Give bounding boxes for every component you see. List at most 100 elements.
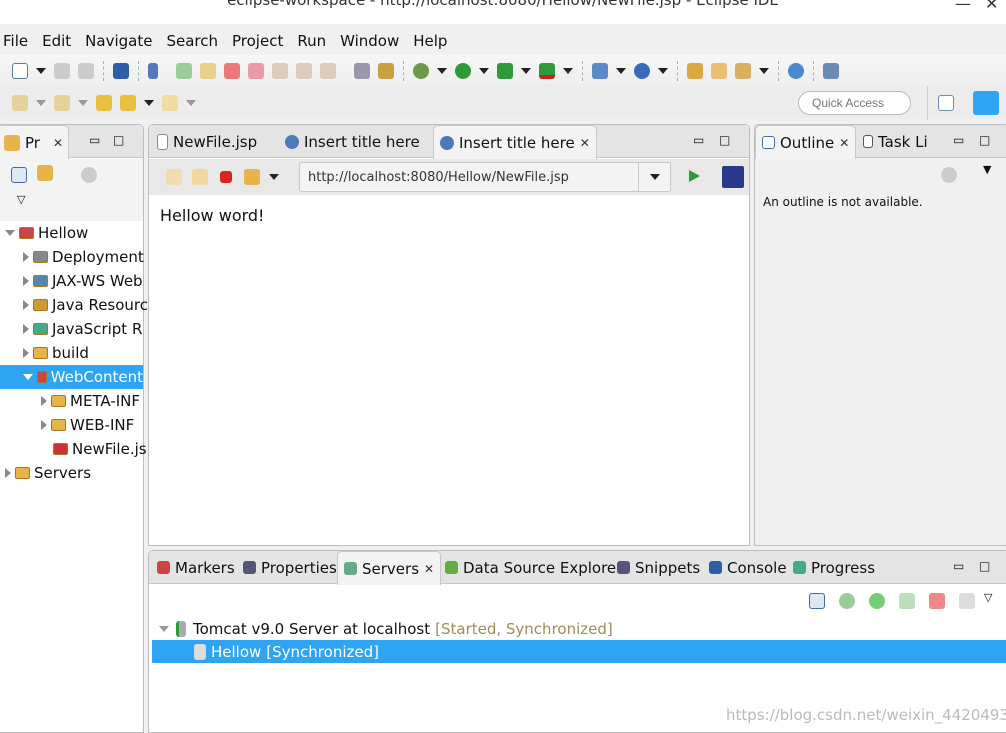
menu-file[interactable]: File <box>0 28 40 54</box>
menu-search[interactable]: Search <box>164 28 230 54</box>
minimize-icon[interactable]: ▭ <box>89 133 100 147</box>
run-dropdown[interactable] <box>479 68 489 74</box>
tab-project-explorer[interactable]: Pr ✕ <box>0 125 69 159</box>
run-icon[interactable] <box>455 63 471 79</box>
new-dropdown[interactable] <box>36 68 46 74</box>
tree-item[interactable]: build <box>23 341 89 365</box>
expand-icon[interactable] <box>5 468 11 478</box>
start-server-icon[interactable] <box>869 593 885 609</box>
tab-data-source-explorer[interactable]: Data Source Explorer <box>439 551 628 584</box>
tree-item[interactable]: WEB-INF <box>41 413 134 437</box>
menu-window[interactable]: Window <box>338 28 411 54</box>
tab-insert-title-2[interactable]: Insert title here ✕ <box>433 125 597 159</box>
run-on-server-icon[interactable] <box>823 63 839 79</box>
minimize-icon[interactable]: ▭ <box>953 133 964 147</box>
debug-dropdown[interactable] <box>437 68 447 74</box>
refresh-icon[interactable] <box>244 169 260 185</box>
resume-icon[interactable] <box>176 63 192 79</box>
url-dropdown[interactable] <box>638 163 670 191</box>
close-tab-icon[interactable]: ✕ <box>839 136 849 150</box>
maximize-icon[interactable]: □ <box>113 133 124 147</box>
expand-icon[interactable] <box>23 324 29 334</box>
coverage-dropdown[interactable] <box>521 68 531 74</box>
expand-icon[interactable] <box>23 252 29 262</box>
maximize-icon[interactable]: □ <box>979 559 990 573</box>
minimize-button[interactable]: — <box>955 0 971 13</box>
external-tools-icon[interactable] <box>539 63 555 79</box>
minimize-icon[interactable]: ▭ <box>953 559 964 573</box>
step-over-icon[interactable] <box>296 63 312 79</box>
previous-annotation-icon[interactable] <box>54 95 70 111</box>
view-menu-icon[interactable]: ▽ <box>17 193 25 206</box>
menu-help[interactable]: Help <box>411 28 459 54</box>
tree-item[interactable]: Java Resourc <box>23 293 148 317</box>
stop-server-icon[interactable] <box>929 593 945 609</box>
back-icon[interactable] <box>120 95 136 111</box>
save-icon[interactable] <box>54 63 70 79</box>
profile-server-icon[interactable] <box>899 593 915 609</box>
skip-breakpoints-icon[interactable] <box>148 63 158 79</box>
debug-server-icon[interactable] <box>839 593 855 609</box>
close-tab-icon[interactable]: ✕ <box>53 136 63 150</box>
suspend-icon[interactable] <box>200 63 216 79</box>
drop-to-frame-icon[interactable] <box>378 63 394 79</box>
filter-icon[interactable] <box>81 167 97 183</box>
coverage-icon[interactable] <box>497 63 513 79</box>
maximize-icon[interactable]: □ <box>719 133 730 147</box>
expand-icon[interactable] <box>5 230 15 236</box>
menu-project[interactable]: Project <box>230 28 295 54</box>
java-ee-perspective-icon[interactable] <box>973 91 999 115</box>
tab-snippets[interactable]: Snippets <box>611 551 706 584</box>
tree-item[interactable]: Servers <box>5 461 91 485</box>
tab-console[interactable]: Console <box>703 551 793 584</box>
terminal-icon[interactable] <box>113 63 129 79</box>
view-menu-icon[interactable]: ▼ <box>983 163 991 176</box>
close-tab-icon[interactable]: ✕ <box>580 136 590 150</box>
step-return-icon[interactable] <box>320 63 336 79</box>
publish-icon[interactable] <box>959 593 975 609</box>
menu-run[interactable]: Run <box>295 28 338 54</box>
back-icon[interactable] <box>166 169 182 185</box>
step-into-icon[interactable] <box>272 63 288 79</box>
tab-task-list[interactable]: Task Li <box>857 125 934 158</box>
tree-item[interactable]: META-INF <box>41 389 140 413</box>
next-annotation-dropdown[interactable] <box>36 100 46 106</box>
tree-item[interactable]: JAX-WS Web <box>23 269 143 293</box>
terminate-icon[interactable] <box>224 63 240 79</box>
forward-dropdown[interactable] <box>186 100 196 106</box>
tab-newfile-jsp[interactable]: NewFile.jsp <box>151 125 263 158</box>
new-server-dropdown[interactable] <box>616 68 626 74</box>
search-dropdown[interactable] <box>759 68 769 74</box>
new-server-icon[interactable] <box>592 63 608 79</box>
previous-annotation-dropdown[interactable] <box>78 100 88 106</box>
tab-outline[interactable]: Outline ✕ <box>755 125 857 159</box>
external-tools-dropdown[interactable] <box>563 68 573 74</box>
expand-icon[interactable] <box>159 626 169 632</box>
search-icon[interactable] <box>735 63 751 79</box>
tab-markers[interactable]: Markers <box>151 551 241 584</box>
forward-icon[interactable] <box>162 95 178 111</box>
menu-edit[interactable]: Edit <box>40 28 83 54</box>
tree-item[interactable]: Deployment <box>23 245 144 269</box>
server-row-hellow[interactable]: Hellow [Synchronized] <box>152 640 1006 663</box>
server-row-tomcat[interactable]: Tomcat v9.0 Server at localhost [Started… <box>159 617 613 641</box>
disconnect-icon[interactable] <box>248 63 264 79</box>
last-edit-location-icon[interactable] <box>96 95 112 111</box>
stop-icon[interactable] <box>220 171 232 183</box>
maximize-icon[interactable]: □ <box>979 133 990 147</box>
tree-item[interactable]: NewFile.js <box>41 437 147 461</box>
go-icon[interactable] <box>689 170 700 182</box>
open-external-browser-icon[interactable] <box>722 166 744 188</box>
tree-item[interactable]: WebContent <box>0 365 143 389</box>
tab-insert-title-1[interactable]: Insert title here <box>279 125 426 158</box>
new-icon[interactable] <box>12 63 28 79</box>
view-menu-icon[interactable]: ▽ <box>984 591 992 604</box>
collapse-all-icon[interactable] <box>809 593 825 609</box>
quick-access-input[interactable] <box>798 91 911 115</box>
web-browser-icon[interactable] <box>788 63 804 79</box>
url-input[interactable]: http://localhost:8080/Hellow/NewFile.jsp <box>299 162 671 192</box>
close-button[interactable]: ✕ <box>985 0 998 13</box>
tab-progress[interactable]: Progress <box>787 551 881 584</box>
expand-icon[interactable] <box>41 396 47 406</box>
menu-navigate[interactable]: Navigate <box>83 28 164 54</box>
